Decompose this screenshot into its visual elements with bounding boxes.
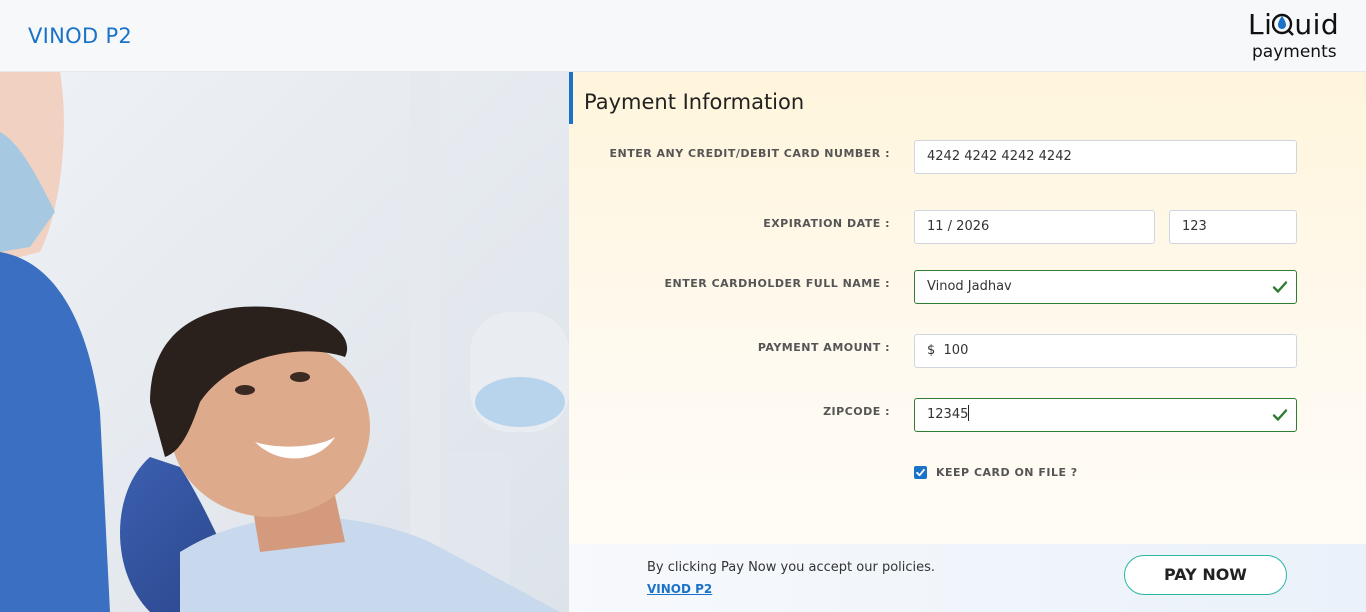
keep-card-label[interactable]: KEEP CARD ON FILE ? <box>936 466 1078 479</box>
expiration-date-input[interactable]: 11 / 2026 <box>914 210 1155 244</box>
payment-amount-value: $ 100 <box>927 343 969 358</box>
expiration-date-label: EXPIRATION DATE : <box>763 217 890 230</box>
cardholder-name-label: ENTER CARDHOLDER FULL NAME : <box>664 277 890 290</box>
zipcode-input[interactable]: 12345 <box>914 398 1297 432</box>
panel-title: Payment Information <box>584 90 805 114</box>
cvv-input[interactable]: 123 <box>1169 210 1297 244</box>
card-number-input[interactable]: 4242 4242 4242 4242 <box>914 140 1297 174</box>
payment-panel: Payment Information ENTER ANY CREDIT/DEB… <box>569 72 1366 612</box>
payment-amount-input[interactable]: $ 100 <box>914 334 1297 368</box>
keep-card-checkbox[interactable] <box>914 466 927 479</box>
payment-footer: By clicking Pay Now you accept our polic… <box>569 544 1366 612</box>
droplet-icon <box>1272 10 1295 36</box>
zipcode-value: 12345 <box>927 407 969 422</box>
logo-wordmark: Li uid <box>1248 8 1340 41</box>
text-cursor <box>968 405 970 421</box>
top-header: VINOD P2 Li uid payments <box>0 0 1366 72</box>
checkbox-checked-icon <box>916 468 925 477</box>
card-number-label: ENTER ANY CREDIT/DEBIT CARD NUMBER : <box>609 147 890 160</box>
policy-text: By clicking Pay Now you accept our polic… <box>647 560 936 575</box>
cardholder-name-input[interactable]: Vinod Jadhav <box>914 270 1297 304</box>
check-icon <box>1272 281 1288 293</box>
zipcode-label: ZIPCODE : <box>823 405 890 418</box>
liquid-payments-logo: Li uid payments <box>1240 8 1350 66</box>
dental-patient-photo <box>0 72 569 612</box>
check-icon <box>1272 409 1288 421</box>
title-accent-bar <box>569 72 573 124</box>
policy-link[interactable]: VINOD P2 <box>647 582 712 596</box>
logo-subtitle: payments <box>1252 42 1337 62</box>
pay-now-button[interactable]: PAY NOW <box>1124 555 1287 595</box>
cvv-value: 123 <box>1182 219 1207 234</box>
brand-title: VINOD P2 <box>28 24 133 48</box>
card-number-value: 4242 4242 4242 4242 <box>927 149 1072 164</box>
expiration-date-value: 11 / 2026 <box>927 219 990 234</box>
cardholder-name-value: Vinod Jadhav <box>927 279 1012 294</box>
payment-amount-label: PAYMENT AMOUNT : <box>757 341 890 354</box>
